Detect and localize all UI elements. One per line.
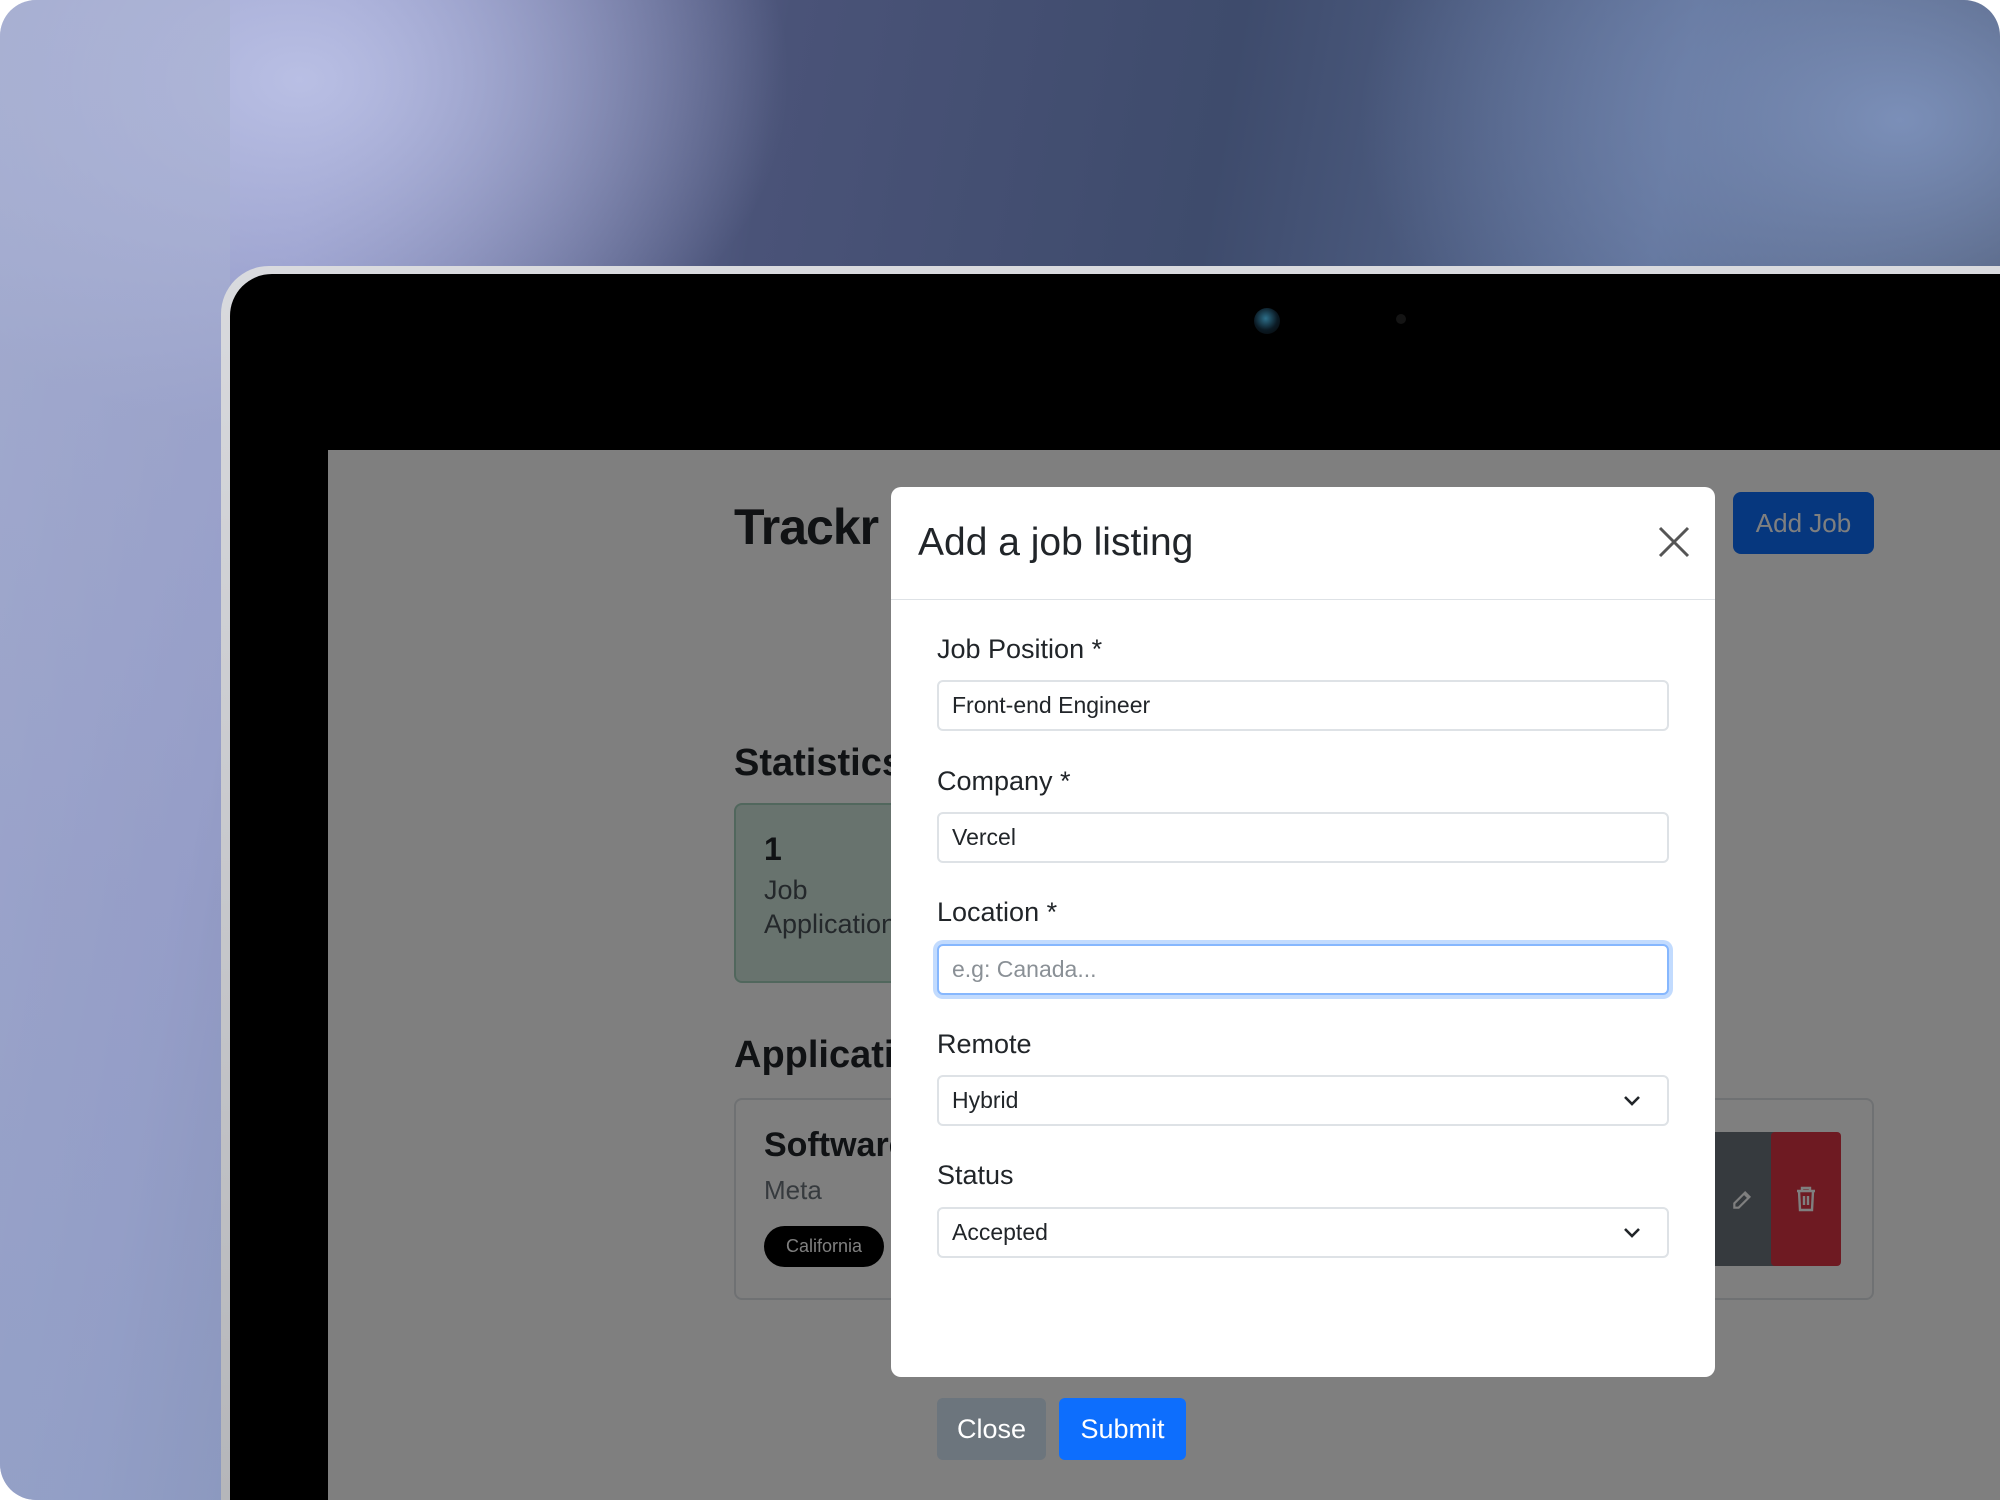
sensor-dot: [1396, 314, 1406, 324]
close-icon[interactable]: [1657, 525, 1691, 559]
modal-title: Add a job listing: [918, 521, 1194, 564]
chevron-down-icon: [1624, 1096, 1640, 1106]
remote-selected-value: Hybrid: [952, 1087, 1019, 1113]
location-label: Location *: [937, 897, 1058, 927]
chevron-down-icon: [1624, 1228, 1640, 1238]
location-input[interactable]: [937, 944, 1669, 995]
remote-label: Remote: [937, 1029, 1032, 1059]
company-input[interactable]: [937, 812, 1669, 863]
close-button[interactable]: Close: [937, 1398, 1046, 1460]
job-position-input[interactable]: [937, 680, 1669, 731]
company-label: Company *: [937, 766, 1071, 796]
submit-button[interactable]: Submit: [1059, 1398, 1186, 1460]
device-screen: Trackr Add Job Statistics 1 Job Applicat…: [328, 450, 2000, 1500]
job-position-label: Job Position *: [937, 634, 1103, 664]
modal-header: Add a job listing: [891, 487, 1715, 600]
status-selected-value: Accepted: [952, 1219, 1048, 1245]
status-select[interactable]: Accepted: [937, 1207, 1669, 1258]
remote-select[interactable]: Hybrid: [937, 1075, 1669, 1126]
camera-icon: [1254, 308, 1280, 334]
status-label: Status: [937, 1160, 1014, 1190]
add-job-modal: Add a job listing Job Position * Company…: [891, 487, 1715, 1460]
